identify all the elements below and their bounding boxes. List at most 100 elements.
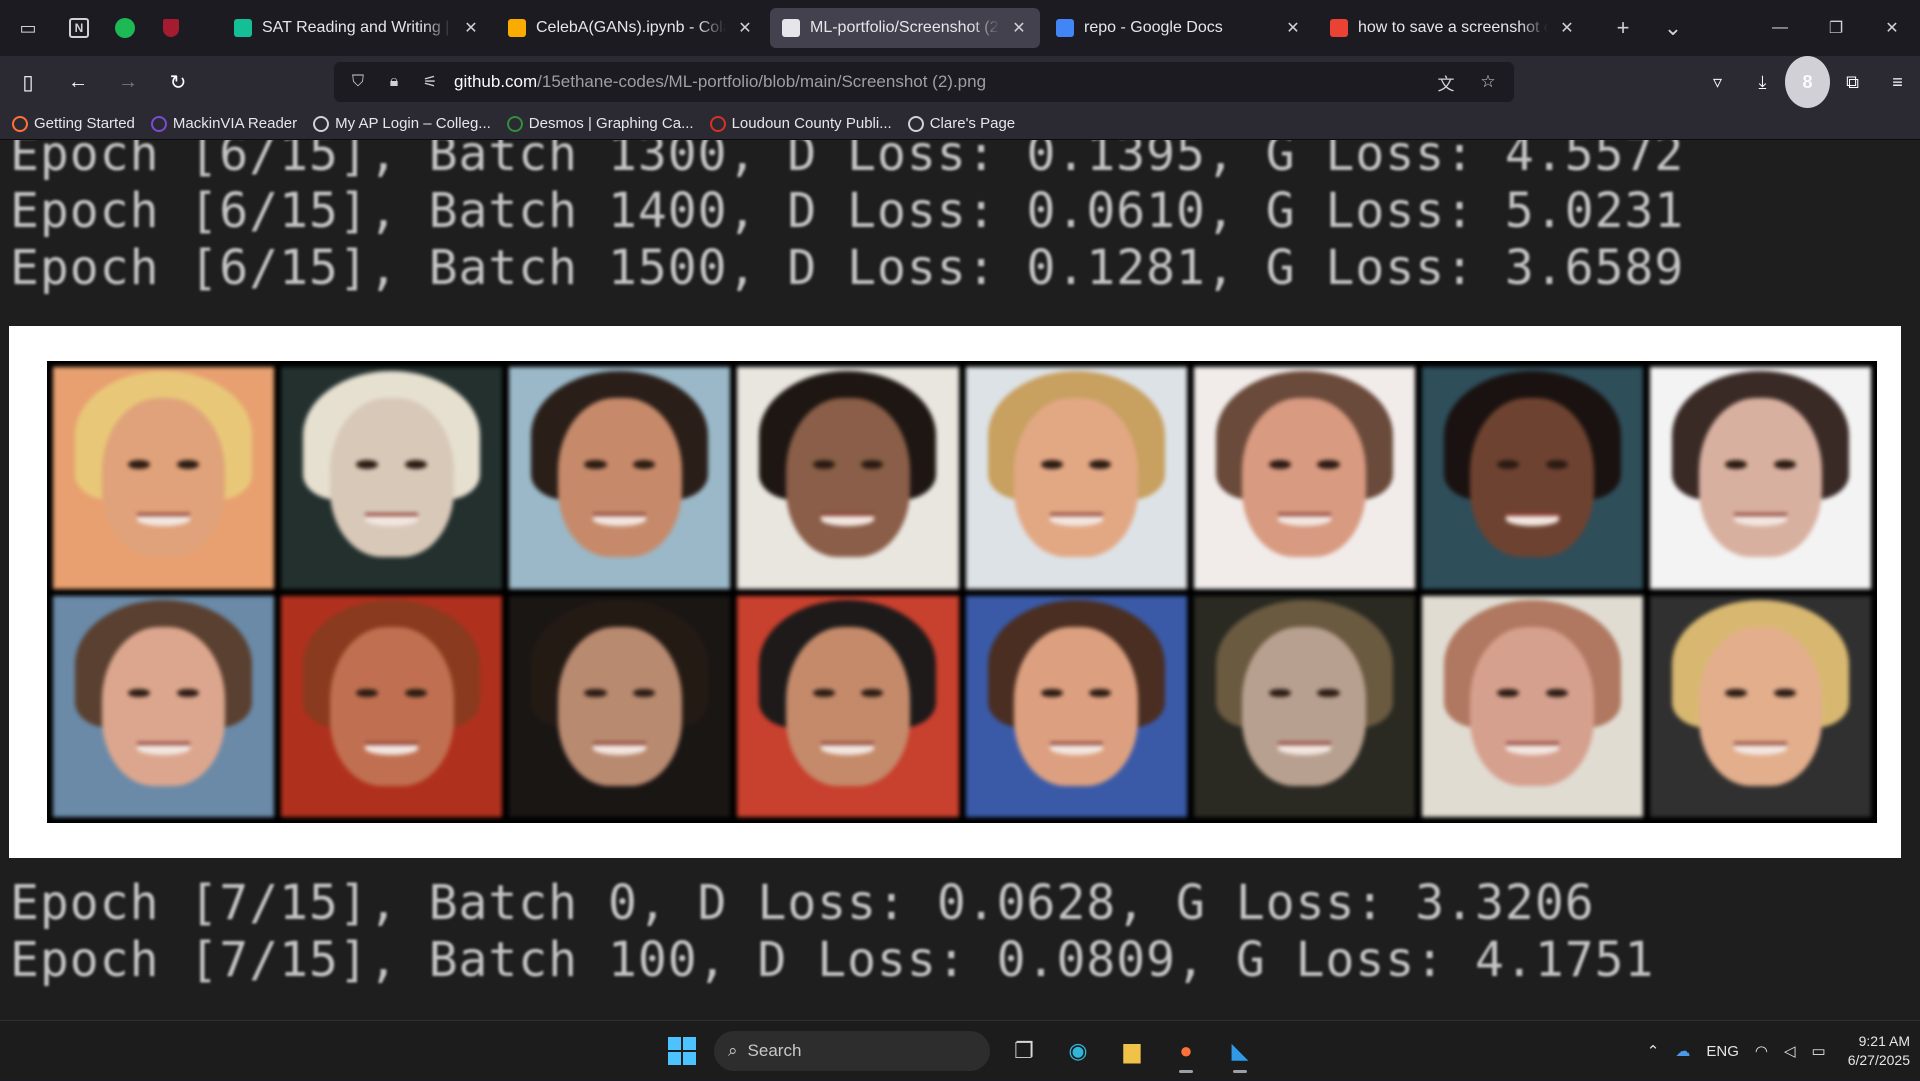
face-part (329, 398, 454, 558)
bookmark-item[interactable]: Getting Started (12, 115, 135, 132)
face-part (356, 460, 379, 469)
face-part (1505, 741, 1559, 755)
colab-icon (508, 19, 526, 37)
start-button[interactable] (660, 1029, 704, 1073)
permissions-icon[interactable]: ⚟ (418, 72, 442, 92)
tab-title: how to save a screenshot on windows (1358, 19, 1548, 36)
face-part (557, 626, 682, 786)
vscode-icon[interactable]: ◣ (1216, 1029, 1264, 1073)
generated-face-image (281, 595, 503, 817)
windows-taskbar: ⌕ Search ❐ ◉ ▆ ● ◣ ⌃ ☁ ENG ◠ ◁ ▭ 9:21 AM 6/2… (0, 1020, 1920, 1080)
back-button[interactable]: ← (56, 64, 100, 100)
pinned-tab-harvard[interactable] (148, 0, 194, 56)
new-tab-button[interactable]: + (1598, 15, 1648, 41)
url-path: /15ethane-codes/ML-portfolio/blob/main/S… (537, 72, 987, 91)
face-part (1698, 398, 1823, 558)
volume-icon[interactable]: ◁ (1784, 1042, 1796, 1060)
search-icon: ⌕ (728, 1041, 738, 1060)
translate-icon[interactable]: 文 (1432, 68, 1460, 96)
generated-face-image (1193, 595, 1415, 817)
face-part (786, 398, 910, 558)
bookmark-star-icon[interactable]: ☆ (1474, 68, 1502, 96)
taskbar-apps: ❐ ◉ ▆ ● ◣ (1000, 1029, 1264, 1073)
lock-icon[interactable]: 🔒︎ (382, 73, 406, 91)
extension-badge-button[interactable]: 8 (1785, 56, 1830, 108)
face-part (786, 626, 910, 786)
close-tab-icon[interactable]: ✕ (1284, 18, 1302, 38)
bookmark-item[interactable]: Desmos | Graphing Ca... (506, 115, 694, 132)
bookmark-label: Getting Started (34, 115, 135, 132)
bookmark-item[interactable]: MackinVIA Reader (150, 115, 297, 132)
pinned-tab-notion[interactable]: N (56, 0, 102, 56)
downloads-icon[interactable]: ⤓ (1740, 56, 1785, 108)
face-part (1049, 741, 1103, 755)
file-explorer-icon[interactable]: ▆ (1108, 1029, 1156, 1073)
google-icon (1330, 19, 1348, 37)
reload-button[interactable]: ↻ (156, 64, 200, 100)
mackin-icon (150, 115, 167, 132)
language-indicator[interactable]: ENG (1706, 1043, 1739, 1060)
list-all-tabs-button[interactable]: ⌄ (1648, 15, 1698, 41)
face-part (1470, 398, 1595, 558)
firefox-icon[interactable]: ● (1162, 1029, 1210, 1073)
wifi-icon[interactable]: ◠ (1755, 1042, 1768, 1060)
face-part (584, 460, 607, 469)
minimize-button[interactable]: — (1752, 0, 1808, 56)
face-part (633, 460, 656, 469)
face-part (593, 741, 647, 755)
generated-face-image (509, 367, 731, 589)
face-part (101, 398, 226, 558)
firefox-view-icon[interactable]: ▭ (0, 0, 56, 56)
tab-title: ML-portfolio/Screenshot (2).png (810, 19, 1000, 36)
generated-face-image (53, 595, 275, 817)
face-part (557, 398, 682, 558)
clock[interactable]: 9:21 AM 6/27/2025 (1848, 1032, 1910, 1070)
close-tab-icon[interactable]: ✕ (462, 18, 480, 38)
forward-button[interactable]: → (106, 64, 150, 100)
edge-icon[interactable]: ◉ (1054, 1029, 1102, 1073)
battery-icon[interactable]: ▭ (1812, 1042, 1826, 1060)
pocket-icon[interactable]: ▿ (1695, 56, 1740, 108)
face-part (128, 460, 151, 469)
log-line: Epoch [7/15], Batch 0, D Loss: 0.0628, G… (10, 875, 1595, 931)
address-bar[interactable]: ⛉ 🔒︎ ⚟ github.com/15ethane-codes/ML-port… (334, 62, 1514, 102)
restore-button[interactable]: ❐ (1808, 0, 1864, 56)
browser-tab[interactable]: ML-portfolio/Screenshot (2).png ✕ (770, 8, 1040, 48)
log-line: Epoch [6/15], Batch 1300, D Loss: 0.1395… (10, 140, 1685, 182)
bookmark-label: Loudoun County Publi... (731, 115, 892, 132)
close-tab-icon[interactable]: ✕ (736, 18, 754, 38)
bookmark-item[interactable]: Clare's Page (907, 115, 1016, 132)
sidebar-toggle-button[interactable]: ▯ (6, 64, 50, 100)
generated-samples-panel (9, 326, 1901, 858)
bookmark-item[interactable]: My AP Login – Colleg... (313, 115, 491, 132)
google-docs-icon (1056, 19, 1074, 37)
task-view-icon[interactable]: ❐ (1000, 1029, 1048, 1073)
browser-tab[interactable]: CelebA(GANs).ipynb - Colab ✕ (496, 8, 766, 48)
extensions-icon[interactable]: ⧉ (1830, 56, 1875, 108)
browser-tab[interactable]: SAT Reading and Writing | Test ✕ (222, 8, 492, 48)
browser-tab[interactable]: repo - Google Docs ✕ (1044, 8, 1314, 48)
tab-strip: ▭ N SAT Reading and Writing | Test✕Celeb… (0, 0, 1920, 56)
tab-title: CelebA(GANs).ipynb - Colab (536, 19, 726, 36)
pinned-tab-spotify[interactable] (102, 0, 148, 56)
url-text[interactable]: github.com/15ethane-codes/ML-portfolio/b… (454, 72, 986, 92)
browser-tab[interactable]: how to save a screenshot on windows ✕ (1318, 8, 1588, 48)
bookmark-item[interactable]: Loudoun County Publi... (709, 115, 892, 132)
face-part (861, 460, 884, 469)
onedrive-icon[interactable]: ☁ (1675, 1042, 1690, 1060)
app-menu-icon[interactable]: ≡ (1875, 56, 1920, 108)
generated-faces-grid (47, 361, 1877, 823)
navigation-toolbar: ▯ ← → ↻ ⛉ 🔒︎ ⚟ github.com/15ethane-codes… (0, 56, 1920, 108)
chevron-up-icon[interactable]: ⌃ (1647, 1042, 1660, 1060)
close-tab-icon[interactable]: ✕ (1010, 18, 1028, 38)
tracking-protection-icon[interactable]: ⛉ (346, 73, 370, 91)
bookmark-label: Clare's Page (929, 115, 1016, 132)
taskbar-search[interactable]: ⌕ Search (714, 1031, 990, 1071)
globe-icon (313, 115, 330, 132)
generated-face-image (1649, 595, 1871, 817)
close-tab-icon[interactable]: ✕ (1558, 18, 1576, 38)
bookmarks-toolbar: Getting Started MackinVIA Reader My AP Log… (0, 108, 1920, 140)
generated-face-image (1421, 367, 1643, 589)
face-part (1089, 460, 1112, 469)
close-window-button[interactable]: ✕ (1864, 0, 1920, 56)
